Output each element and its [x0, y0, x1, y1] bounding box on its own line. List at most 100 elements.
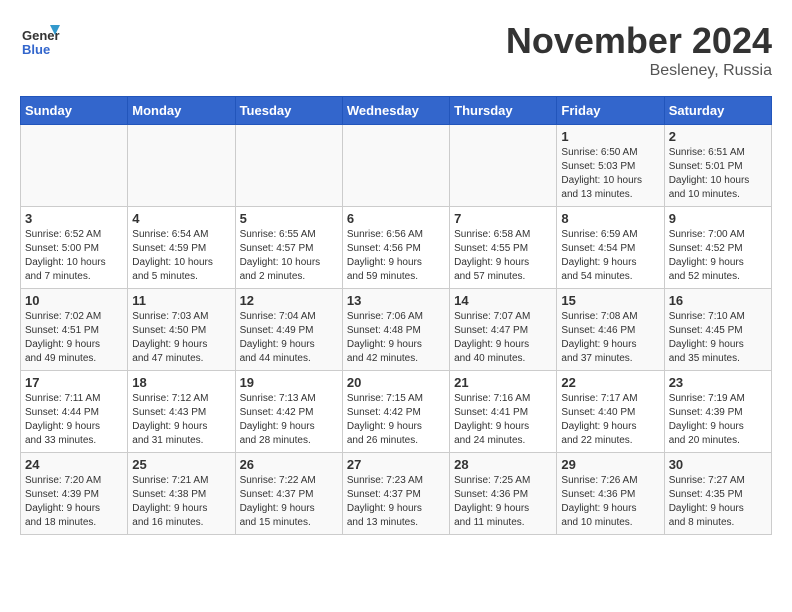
day-number: 9: [669, 211, 767, 226]
day-info: Sunrise: 7:06 AM Sunset: 4:48 PM Dayligh…: [347, 310, 445, 366]
day-number: 20: [347, 375, 445, 390]
day-number: 24: [25, 457, 123, 472]
calendar-cell: 29 Sunrise: 7:26 AM Sunset: 4:36 PM Dayli…: [557, 453, 664, 535]
weekday-header: Friday: [557, 97, 664, 125]
calendar-week-row: 3 Sunrise: 6:52 AM Sunset: 5:00 PM Daylig…: [21, 207, 772, 289]
calendar-cell: 17 Sunrise: 7:11 AM Sunset: 4:44 PM Dayli…: [21, 371, 128, 453]
day-info: Sunrise: 7:04 AM Sunset: 4:49 PM Dayligh…: [240, 310, 338, 366]
day-info: Sunrise: 7:27 AM Sunset: 4:35 PM Dayligh…: [669, 474, 767, 530]
day-number: 19: [240, 375, 338, 390]
svg-text:Blue: Blue: [22, 42, 50, 57]
weekday-header-row: SundayMondayTuesdayWednesdayThursdayFrid…: [21, 97, 772, 125]
calendar-cell: 8 Sunrise: 6:59 AM Sunset: 4:54 PM Daylig…: [557, 207, 664, 289]
day-info: Sunrise: 6:52 AM Sunset: 5:00 PM Dayligh…: [25, 228, 123, 284]
calendar-cell: 9Sunrise: 7:00 AM Sunset: 4:52 PM Daylig…: [664, 207, 771, 289]
day-number: 5: [240, 211, 338, 226]
day-number: 3: [25, 211, 123, 226]
weekday-header: Thursday: [450, 97, 557, 125]
day-info: Sunrise: 7:16 AM Sunset: 4:41 PM Dayligh…: [454, 392, 552, 448]
calendar-cell: 26Sunrise: 7:22 AM Sunset: 4:37 PM Dayli…: [235, 453, 342, 535]
calendar-cell: 10Sunrise: 7:02 AM Sunset: 4:51 PM Dayli…: [21, 289, 128, 371]
calendar-cell: 19 Sunrise: 7:13 AM Sunset: 4:42 PM Dayli…: [235, 371, 342, 453]
calendar-week-row: 17 Sunrise: 7:11 AM Sunset: 4:44 PM Dayli…: [21, 371, 772, 453]
calendar-cell: 2 Sunrise: 6:51 AM Sunset: 5:01 PM Daylig…: [664, 125, 771, 207]
day-info: Sunrise: 7:15 AM Sunset: 4:42 PM Dayligh…: [347, 392, 445, 448]
calendar-cell: 12 Sunrise: 7:04 AM Sunset: 4:49 PM Dayli…: [235, 289, 342, 371]
day-number: 26: [240, 457, 338, 472]
calendar-cell: 15 Sunrise: 7:08 AM Sunset: 4:46 PM Dayli…: [557, 289, 664, 371]
day-number: 12: [240, 293, 338, 308]
calendar-cell: 30 Sunrise: 7:27 AM Sunset: 4:35 PM Dayli…: [664, 453, 771, 535]
day-info: Sunrise: 6:58 AM Sunset: 4:55 PM Dayligh…: [454, 228, 552, 284]
day-number: 6: [347, 211, 445, 226]
calendar-cell: 4 Sunrise: 6:54 AM Sunset: 4:59 PM Daylig…: [128, 207, 235, 289]
logo-icon: General Blue: [20, 20, 60, 60]
day-number: 8: [561, 211, 659, 226]
weekday-header: Monday: [128, 97, 235, 125]
day-number: 17: [25, 375, 123, 390]
day-info: Sunrise: 7:12 AM Sunset: 4:43 PM Dayligh…: [132, 392, 230, 448]
day-info: Sunrise: 7:21 AM Sunset: 4:38 PM Dayligh…: [132, 474, 230, 530]
day-info: Sunrise: 7:08 AM Sunset: 4:46 PM Dayligh…: [561, 310, 659, 366]
title-block: November 2024 Besleney, Russia: [506, 20, 772, 80]
day-number: 2: [669, 129, 767, 144]
calendar-cell: 24 Sunrise: 7:20 AM Sunset: 4:39 PM Dayli…: [21, 453, 128, 535]
calendar-cell: 13 Sunrise: 7:06 AM Sunset: 4:48 PM Dayli…: [342, 289, 449, 371]
calendar-cell: 14 Sunrise: 7:07 AM Sunset: 4:47 PM Dayli…: [450, 289, 557, 371]
day-number: 23: [669, 375, 767, 390]
day-number: 30: [669, 457, 767, 472]
day-info: Sunrise: 6:59 AM Sunset: 4:54 PM Dayligh…: [561, 228, 659, 284]
calendar-cell: 25 Sunrise: 7:21 AM Sunset: 4:38 PM Dayli…: [128, 453, 235, 535]
day-info: Sunrise: 6:54 AM Sunset: 4:59 PM Dayligh…: [132, 228, 230, 284]
calendar-cell: 21Sunrise: 7:16 AM Sunset: 4:41 PM Dayli…: [450, 371, 557, 453]
day-info: Sunrise: 7:11 AM Sunset: 4:44 PM Dayligh…: [25, 392, 123, 448]
calendar-cell: 20 Sunrise: 7:15 AM Sunset: 4:42 PM Dayli…: [342, 371, 449, 453]
calendar-week-row: 1 Sunrise: 6:50 AM Sunset: 5:03 PM Daylig…: [21, 125, 772, 207]
month-title: November 2024: [506, 20, 772, 62]
day-info: Sunrise: 7:07 AM Sunset: 4:47 PM Dayligh…: [454, 310, 552, 366]
weekday-header: Sunday: [21, 97, 128, 125]
day-number: 1: [561, 129, 659, 144]
calendar-week-row: 10Sunrise: 7:02 AM Sunset: 4:51 PM Dayli…: [21, 289, 772, 371]
day-info: Sunrise: 7:17 AM Sunset: 4:40 PM Dayligh…: [561, 392, 659, 448]
day-number: 16: [669, 293, 767, 308]
day-number: 25: [132, 457, 230, 472]
day-info: Sunrise: 7:03 AM Sunset: 4:50 PM Dayligh…: [132, 310, 230, 366]
day-number: 4: [132, 211, 230, 226]
calendar-cell: 27 Sunrise: 7:23 AM Sunset: 4:37 PM Dayli…: [342, 453, 449, 535]
day-info: Sunrise: 6:50 AM Sunset: 5:03 PM Dayligh…: [561, 146, 659, 202]
day-number: 14: [454, 293, 552, 308]
weekday-header: Wednesday: [342, 97, 449, 125]
day-info: Sunrise: 7:20 AM Sunset: 4:39 PM Dayligh…: [25, 474, 123, 530]
calendar-cell: 28Sunrise: 7:25 AM Sunset: 4:36 PM Dayli…: [450, 453, 557, 535]
day-info: Sunrise: 6:56 AM Sunset: 4:56 PM Dayligh…: [347, 228, 445, 284]
day-info: Sunrise: 6:51 AM Sunset: 5:01 PM Dayligh…: [669, 146, 767, 202]
calendar-cell: [342, 125, 449, 207]
day-number: 13: [347, 293, 445, 308]
calendar-cell: 18Sunrise: 7:12 AM Sunset: 4:43 PM Dayli…: [128, 371, 235, 453]
calendar-cell: 16 Sunrise: 7:10 AM Sunset: 4:45 PM Dayli…: [664, 289, 771, 371]
day-info: Sunrise: 7:10 AM Sunset: 4:45 PM Dayligh…: [669, 310, 767, 366]
day-number: 22: [561, 375, 659, 390]
day-number: 27: [347, 457, 445, 472]
page-header: General Blue November 2024 Besleney, Rus…: [20, 20, 772, 80]
day-info: Sunrise: 7:02 AM Sunset: 4:51 PM Dayligh…: [25, 310, 123, 366]
calendar-cell: 23 Sunrise: 7:19 AM Sunset: 4:39 PM Dayli…: [664, 371, 771, 453]
day-info: Sunrise: 7:23 AM Sunset: 4:37 PM Dayligh…: [347, 474, 445, 530]
day-number: 29: [561, 457, 659, 472]
calendar-cell: 5 Sunrise: 6:55 AM Sunset: 4:57 PM Daylig…: [235, 207, 342, 289]
calendar-cell: [235, 125, 342, 207]
day-number: 11: [132, 293, 230, 308]
day-info: Sunrise: 7:25 AM Sunset: 4:36 PM Dayligh…: [454, 474, 552, 530]
calendar-cell: [128, 125, 235, 207]
day-number: 15: [561, 293, 659, 308]
calendar-cell: [21, 125, 128, 207]
calendar-week-row: 24 Sunrise: 7:20 AM Sunset: 4:39 PM Dayli…: [21, 453, 772, 535]
day-info: Sunrise: 7:26 AM Sunset: 4:36 PM Dayligh…: [561, 474, 659, 530]
calendar-cell: 22 Sunrise: 7:17 AM Sunset: 4:40 PM Dayli…: [557, 371, 664, 453]
day-info: Sunrise: 7:19 AM Sunset: 4:39 PM Dayligh…: [669, 392, 767, 448]
day-info: Sunrise: 6:55 AM Sunset: 4:57 PM Dayligh…: [240, 228, 338, 284]
calendar-cell: 1 Sunrise: 6:50 AM Sunset: 5:03 PM Daylig…: [557, 125, 664, 207]
day-info: Sunrise: 7:13 AM Sunset: 4:42 PM Dayligh…: [240, 392, 338, 448]
calendar-cell: 6 Sunrise: 6:56 AM Sunset: 4:56 PM Daylig…: [342, 207, 449, 289]
